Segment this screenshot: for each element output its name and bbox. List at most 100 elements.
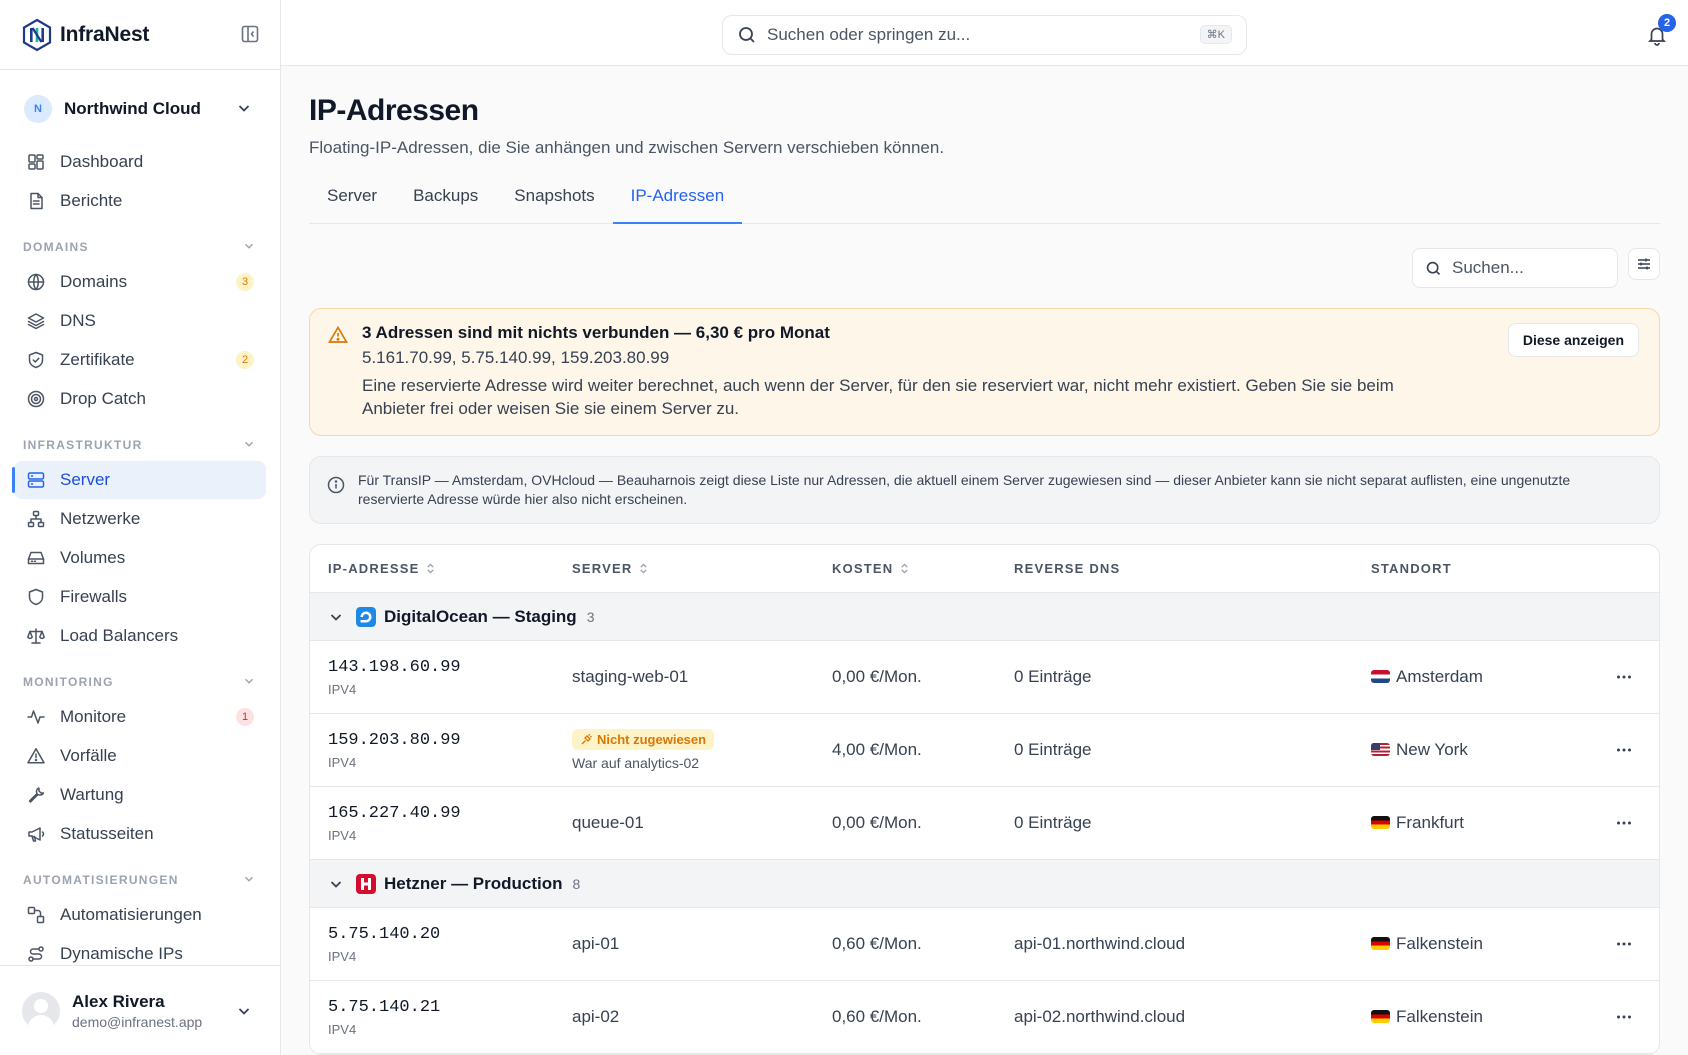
sidebar-item-vorfälle[interactable]: Vorfälle [14, 737, 266, 775]
more-horizontal-icon[interactable] [1615, 741, 1633, 759]
table-row[interactable]: 5.75.140.20 IPV4 api-01 0,60 €/Mon. api-01.n… [310, 908, 1659, 981]
column-header[interactable]: IP-ADRESSE [310, 561, 572, 576]
chevron-down-icon[interactable] [328, 609, 344, 625]
sidebar-item-automatisierungen[interactable]: Automatisierungen [14, 896, 266, 934]
sidebar-item-netzwerke[interactable]: Netzwerke [14, 500, 266, 538]
tab-snapshots[interactable]: Snapshots [496, 180, 612, 223]
route-icon [28, 946, 44, 962]
flag-de-icon [1371, 816, 1390, 829]
status-badge: Nicht zugewiesen [572, 729, 715, 751]
column-label: SERVER [572, 561, 633, 576]
digitalocean-logo-icon [356, 606, 376, 627]
shortcut-hint: ⌘K [1199, 25, 1232, 44]
more-horizontal-icon[interactable] [1615, 935, 1633, 953]
section-title: AUTOMATISIERUNGEN [23, 873, 179, 887]
location: Frankfurt [1371, 813, 1571, 833]
page-subtitle: Floating-IP-Adressen, die Sie anhängen u… [309, 138, 945, 157]
ip-table: IP-ADRESSE SERVER KOSTEN REVERSE DNS STANDOR… [309, 544, 1660, 1055]
sidebar-item-label: Wartung [60, 785, 124, 804]
cost: 0,00 €/Mon. [832, 813, 922, 832]
provider-info-notice: Für TransIP — Amsterdam, OVHcloud — Beau… [309, 456, 1660, 524]
sidebar-item-domains[interactable]: Domains 3 [14, 263, 266, 301]
sidebar-item-monitore[interactable]: Monitore 1 [14, 698, 266, 736]
table-toolbar [309, 224, 1660, 308]
chevron-down-icon[interactable] [328, 876, 344, 892]
column-header[interactable]: KOSTEN [832, 561, 1014, 576]
location: Falkenstein [1371, 1007, 1571, 1027]
chevron-down-icon [245, 678, 253, 684]
sidebar-section-header[interactable]: INFRASTRUKTUR [14, 424, 266, 460]
sidebar-section-header[interactable]: DOMAINS [14, 226, 266, 262]
cost: 0,60 €/Mon. [832, 1007, 922, 1026]
ip-address: 165.227.40.99 [328, 803, 461, 823]
sidebar: InfraNest N Northwind Cloud Dashboard Ber… [0, 0, 281, 1055]
page-title: IP-Adressen [309, 94, 479, 127]
sidebar-collapse-icon[interactable] [240, 24, 260, 44]
sidebar-section-header[interactable]: AUTOMATISIERUNGEN [14, 859, 266, 895]
alert-triangle-icon [328, 325, 348, 343]
location-label: Falkenstein [1396, 934, 1483, 953]
more-horizontal-icon[interactable] [1615, 668, 1633, 686]
chevron-down-icon [245, 876, 253, 882]
target-icon [27, 390, 45, 408]
sidebar-item-berichte[interactable]: Berichte [14, 182, 266, 220]
more-horizontal-icon[interactable] [1615, 1008, 1633, 1026]
sidebar-item-server[interactable]: Server [12, 461, 266, 499]
sidebar-item-label: Zertifikate [60, 350, 135, 369]
filter-button[interactable] [1628, 248, 1660, 280]
reverse-dns: 0 Einträge [1014, 740, 1092, 759]
org-switcher[interactable]: N Northwind Cloud [0, 76, 280, 142]
location-label: New York [1396, 740, 1468, 759]
shield-check-icon [28, 351, 44, 369]
flag-de-icon [1371, 937, 1390, 950]
sort-icon [427, 563, 435, 574]
location: Falkenstein [1371, 934, 1571, 954]
tab-ip-adressen[interactable]: IP-Adressen [612, 180, 743, 224]
ip-type: IPV4 [328, 754, 357, 770]
reverse-dns: api-01.northwind.cloud [1014, 934, 1186, 953]
sidebar-item-volumes[interactable]: Volumes [14, 539, 266, 577]
sidebar-item-zertifikate[interactable]: Zertifikate 2 [14, 341, 266, 379]
sidebar-item-label: Monitore [60, 707, 127, 726]
table-row[interactable]: 159.203.80.99 IPV4 Nicht zugewiesen War auf… [310, 714, 1659, 787]
table-search-input[interactable] [1452, 258, 1602, 278]
tab-backups[interactable]: Backups [395, 180, 496, 223]
group-name: Hetzner — Production [384, 873, 563, 893]
column-header[interactable]: SERVER [572, 561, 832, 576]
ip-address: 5.75.140.21 [328, 997, 441, 1017]
warning-ips: 5.161.70.99, 5.75.140.99, 159.203.80.99 [362, 348, 670, 367]
scale-icon [27, 628, 45, 644]
count-badge: 2 [236, 351, 254, 369]
provider-group-row[interactable]: DigitalOcean — Staging 3 [310, 593, 1659, 641]
ip-type: IPV4 [328, 948, 357, 964]
warning-text: Eine reservierte Adresse wird weiter ber… [362, 376, 1394, 418]
group-count: 8 [572, 875, 581, 892]
chevron-down-icon [245, 243, 253, 249]
chevron-down-icon [238, 1008, 250, 1015]
global-search-input[interactable]: Suchen oder springen zu... ⌘K [722, 15, 1247, 55]
table-row[interactable]: 5.75.140.21 IPV4 api-02 0,60 €/Mon. api-02.n… [310, 981, 1659, 1054]
search-icon [1426, 261, 1441, 275]
sidebar-item-label: Automatisierungen [60, 905, 202, 924]
show-these-button[interactable]: Diese anzeigen [1507, 323, 1639, 357]
provider-group-row[interactable]: Hetzner — Production 8 [310, 860, 1659, 908]
table-header: IP-ADRESSE SERVER KOSTEN REVERSE DNS STANDOR… [310, 545, 1659, 593]
sidebar-item-dashboard[interactable]: Dashboard [14, 143, 266, 181]
sidebar-item-load-balancers[interactable]: Load Balancers [14, 617, 266, 655]
user-menu[interactable]: Alex Rivera demo@infranest.app [0, 965, 280, 1055]
sidebar-item-wartung[interactable]: Wartung [14, 776, 266, 814]
sidebar-item-dns[interactable]: DNS [14, 302, 266, 340]
location-label: Falkenstein [1396, 1007, 1483, 1026]
shield-icon [28, 588, 44, 606]
sidebar-section-header[interactable]: MONITORING [14, 661, 266, 697]
global-search-placeholder: Suchen oder springen zu... [767, 25, 971, 44]
more-horizontal-icon[interactable] [1615, 814, 1633, 832]
sidebar-item-firewalls[interactable]: Firewalls [14, 578, 266, 616]
server-name: api-02 [572, 1007, 620, 1026]
table-row[interactable]: 165.227.40.99 IPV4 queue-01 0,00 €/Mon. 0 Ei… [310, 787, 1659, 860]
tab-server[interactable]: Server [309, 180, 395, 223]
table-row[interactable]: 143.198.60.99 IPV4 staging-web-01 0,00 €/Mo… [310, 641, 1659, 714]
sidebar-item-statusseiten[interactable]: Statusseiten [14, 815, 266, 853]
sidebar-item-label: Domains [60, 272, 128, 291]
sidebar-item-drop-catch[interactable]: Drop Catch [14, 380, 266, 418]
